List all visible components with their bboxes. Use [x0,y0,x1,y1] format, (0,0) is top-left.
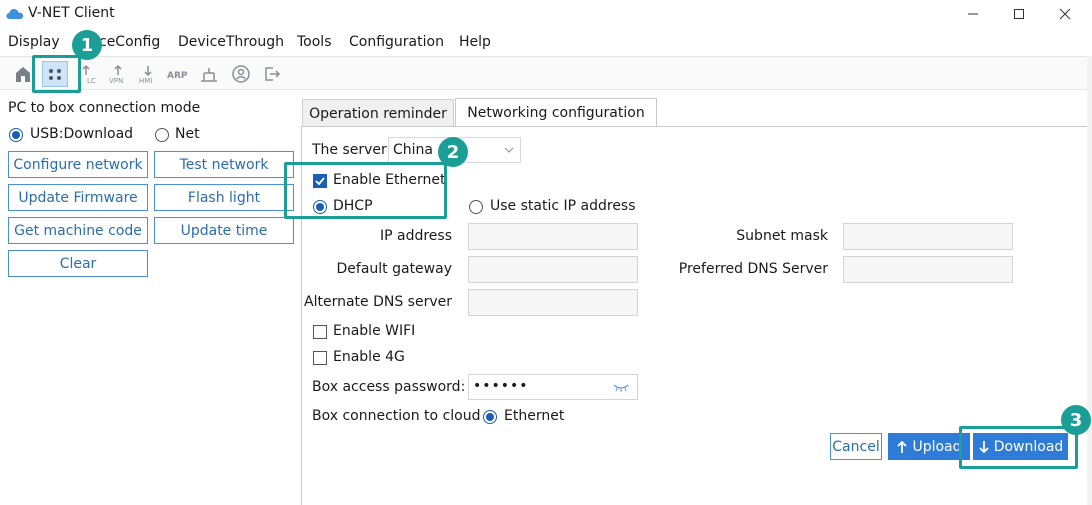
menu-help[interactable]: Help [459,34,491,50]
menu-device-config[interactable]: ceConfig [99,34,160,50]
upload-button[interactable]: Upload [888,433,970,460]
vpn-button[interactable]: VPN [105,61,131,87]
alternate-dns-input[interactable] [468,289,638,316]
usb-download-label: USB:Download [30,126,134,142]
menu-configuration[interactable]: Configuration [349,34,444,50]
flash-light-button[interactable]: Flash light [154,184,294,211]
tab-networking-configuration[interactable]: Networking configuration [455,98,657,127]
exit-icon [265,67,281,81]
ip-address-input[interactable] [468,223,638,250]
static-ip-label: Use static IP address [490,198,636,214]
step-badge-1: 1 [72,30,102,60]
scrollbar[interactable] [1087,56,1092,505]
hmi-button[interactable]: HMI [135,61,161,87]
minimize-button[interactable] [950,0,996,28]
cloud-connection-label: Box connection to cloud [312,408,481,424]
server-label: The server: [312,142,392,158]
svg-text:HMI: HMI [139,77,152,85]
home-icon [16,67,30,82]
svg-text:VPN: VPN [109,77,123,85]
cloud-ethernet-radio[interactable] [483,410,497,424]
title-bar: V-NET Client [0,0,1092,28]
enable-wifi-checkbox[interactable] [313,325,327,339]
hmi-icon: HMI [139,66,152,85]
password-value: •••••• [473,378,529,394]
update-firmware-button[interactable]: Update Firmware [8,184,148,211]
step-badge-2: 2 [438,137,468,167]
password-input[interactable]: •••••• [468,374,638,400]
server-select-value: China [393,142,433,158]
network-tool-icon [201,68,217,82]
menu-device-through[interactable]: DeviceThrough [178,34,284,50]
cancel-button[interactable]: Cancel [830,433,882,460]
alternate-dns-label: Alternate DNS server [304,294,452,310]
subnet-mask-label: Subnet mask [736,228,828,244]
net-label: Net [175,126,200,142]
menu-tools[interactable]: Tools [297,34,332,50]
svg-text:ARP: ARP [167,71,188,81]
static-ip-radio[interactable] [469,200,483,214]
chevron-down-icon [504,147,514,153]
maximize-button[interactable] [996,0,1042,28]
connection-mode-label: PC to box connection mode [8,100,201,116]
toolbar: LC VPN HMI ARP [0,56,1092,90]
cloud-icon [6,9,24,19]
configure-network-button[interactable]: Configure network [8,151,148,178]
subnet-mask-input[interactable] [843,223,1013,250]
svg-text:LC: LC [87,77,96,85]
arp-icon: ARP [167,71,188,81]
exit-button[interactable] [259,61,285,87]
maximize-icon [1014,9,1024,19]
password-label: Box access password: [312,379,466,395]
plc-upload-icon: LC [82,64,96,85]
default-gateway-input[interactable] [468,256,638,283]
window-title: V-NET Client [28,5,115,21]
minimize-icon [968,13,978,15]
step-badge-3: 3 [1061,405,1091,435]
usb-download-radio[interactable] [9,128,23,142]
tab-operation-reminder[interactable]: Operation reminder [302,99,454,127]
preferred-dns-input[interactable] [843,256,1013,283]
enable-4g-label: Enable 4G [333,349,405,365]
test-network-button[interactable]: Test network [154,151,294,178]
menu-bar: Display ceConfig DeviceThrough Tools Con… [0,30,1092,56]
upload-label: Upload [912,438,962,455]
ip-address-label: IP address [379,228,452,244]
menu-display[interactable]: Display [8,34,60,50]
update-time-button[interactable]: Update time [154,217,294,244]
user-icon [232,65,250,83]
cloud-ethernet-label: Ethernet [504,408,565,424]
default-gateway-label: Default gateway [336,261,453,277]
enable-4g-checkbox[interactable] [313,351,327,365]
vpn-icon: VPN [109,64,123,85]
arrow-up-icon [897,440,908,453]
highlight-box-1 [32,55,81,93]
enable-wifi-label: Enable WIFI [333,323,416,339]
get-machine-code-button[interactable]: Get machine code [8,217,148,244]
eye-closed-icon[interactable] [613,383,629,393]
highlight-box-2 [284,162,447,219]
preferred-dns-label: Preferred DNS Server [678,261,828,277]
user-button[interactable] [228,61,254,87]
close-icon [1059,8,1071,20]
network-tool-button[interactable] [196,61,222,87]
clear-button[interactable]: Clear [8,250,148,277]
net-radio[interactable] [155,128,169,142]
close-button[interactable] [1042,0,1088,28]
highlight-box-3 [959,426,1078,469]
arp-button[interactable]: ARP [165,61,191,87]
